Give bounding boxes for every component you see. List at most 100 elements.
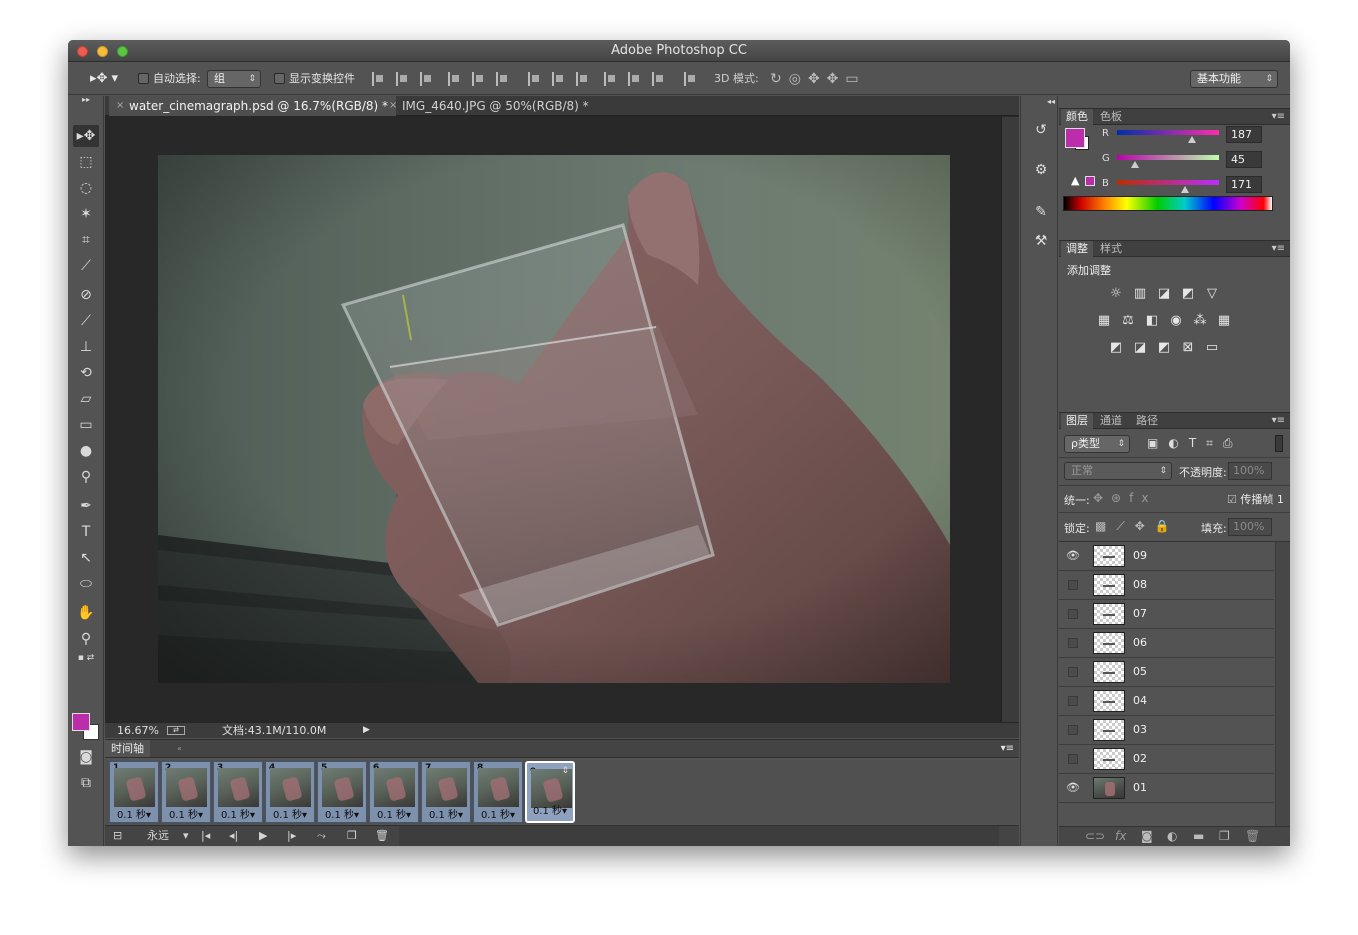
brush-tool-icon[interactable]: ⟋ bbox=[73, 310, 99, 332]
frame-delay[interactable]: 0.1 秒▾ bbox=[162, 806, 210, 821]
layer-row-09[interactable]: 👁 09 bbox=[1059, 542, 1274, 571]
auto-select-dropdown[interactable]: 组 bbox=[207, 70, 261, 88]
visibility-toggle[interactable] bbox=[1068, 696, 1078, 706]
close-tab-icon[interactable]: × bbox=[389, 96, 397, 116]
frame-delay[interactable]: 0.1 秒▾ bbox=[266, 806, 314, 821]
auto-align-icon[interactable] bbox=[684, 72, 697, 86]
layer-row-07[interactable]: 07 bbox=[1059, 600, 1274, 629]
visibility-toggle[interactable] bbox=[1068, 638, 1078, 648]
fill-field[interactable]: 100% bbox=[1228, 518, 1272, 536]
align-vcenter-icon[interactable] bbox=[396, 72, 409, 86]
photo-filter-icon[interactable]: ◉ bbox=[1167, 312, 1185, 330]
loop-options-dropdown[interactable]: 永远 ▾ bbox=[147, 826, 189, 846]
layer-filter-icons[interactable]: ▣◐T⌗⎙ bbox=[1147, 436, 1243, 451]
distribute-hcenter-icon[interactable] bbox=[628, 72, 641, 86]
frame-delay[interactable]: 0.1 秒▾ bbox=[422, 806, 470, 821]
layer-name[interactable]: 08 bbox=[1133, 578, 1147, 591]
color-ramp[interactable] bbox=[1063, 196, 1273, 211]
gamut-color-chip[interactable] bbox=[1085, 176, 1095, 186]
layer-name[interactable]: 07 bbox=[1133, 607, 1147, 620]
history-panel-icon[interactable]: ↺ bbox=[1031, 120, 1051, 140]
color-lookup-icon[interactable]: ▦ bbox=[1215, 312, 1233, 330]
timeline-close-icon[interactable]: « bbox=[177, 740, 182, 757]
dodge-tool-icon[interactable]: ⚲ bbox=[73, 466, 99, 488]
clone-stamp-tool-icon[interactable]: ⊥ bbox=[73, 336, 99, 358]
gradient-tool-icon[interactable]: ▭ bbox=[73, 414, 99, 436]
vibrance-icon[interactable]: ▽ bbox=[1203, 285, 1221, 303]
frame-9[interactable]: 90.1 秒▾ bbox=[525, 761, 575, 823]
tab-swatches[interactable]: 色板 bbox=[1095, 109, 1127, 125]
minimize-window-button[interactable] bbox=[97, 46, 108, 57]
frame-delay[interactable]: 0.1 秒▾ bbox=[318, 806, 366, 821]
add-mask-icon[interactable]: ◙ bbox=[1141, 829, 1153, 843]
frame-4[interactable]: 40.1 秒▾ bbox=[265, 761, 315, 823]
panel-menu-icon[interactable]: ▾≡ bbox=[1272, 109, 1285, 125]
pen-tool-icon[interactable]: ✒ bbox=[73, 495, 99, 517]
export-icon[interactable]: ⇄ bbox=[167, 726, 185, 735]
opacity-field[interactable]: 100% bbox=[1228, 462, 1272, 480]
first-frame-icon[interactable]: |◂ bbox=[201, 826, 210, 846]
panel-menu-icon[interactable]: ▾≡ bbox=[1272, 241, 1285, 257]
filter-toggle[interactable] bbox=[1275, 435, 1283, 452]
tween-icon[interactable]: ⤳ bbox=[317, 826, 326, 846]
tab-layers[interactable]: 图层 bbox=[1061, 413, 1093, 429]
distribute-top-icon[interactable] bbox=[528, 72, 541, 86]
frame-8[interactable]: 80.1 秒▾ bbox=[473, 761, 523, 823]
panel-menu-icon[interactable]: ▾≡ bbox=[1272, 413, 1285, 429]
next-frame-icon[interactable]: |▸ bbox=[287, 826, 296, 846]
layer-name[interactable]: 02 bbox=[1133, 752, 1147, 765]
layer-row-03[interactable]: 03 bbox=[1059, 716, 1274, 745]
g-value[interactable]: 45 bbox=[1226, 151, 1262, 168]
timeline-menu-icon[interactable]: ▾≡ bbox=[1001, 740, 1014, 757]
align-left-icon[interactable] bbox=[448, 72, 461, 86]
frame-delay[interactable]: 0.1 秒▾ bbox=[527, 804, 573, 820]
close-tab-icon[interactable]: × bbox=[116, 96, 124, 116]
auto-select-checkbox[interactable]: 自动选择: bbox=[138, 71, 201, 87]
frame-2[interactable]: 20.1 秒▾ bbox=[161, 761, 211, 823]
distribute-vcenter-icon[interactable] bbox=[552, 72, 565, 86]
properties-panel-icon[interactable]: ⚙ bbox=[1031, 160, 1051, 180]
show-transform-checkbox[interactable]: 显示变换控件 bbox=[274, 71, 355, 87]
distribute-bottom-icon[interactable] bbox=[576, 72, 589, 86]
layer-name[interactable]: 05 bbox=[1133, 665, 1147, 678]
foreground-color-swatch-top[interactable] bbox=[72, 713, 90, 731]
g-slider[interactable] bbox=[1117, 155, 1219, 160]
new-layer-icon[interactable]: ❐ bbox=[1219, 829, 1230, 843]
tab-water-cinemagraph[interactable]: × water_cinemagraph.psd @ 16.7%(RGB/8) * bbox=[109, 96, 397, 116]
levels-icon[interactable]: ▥ bbox=[1131, 285, 1149, 303]
history-brush-tool-icon[interactable]: ⟲ bbox=[73, 362, 99, 384]
distribute-right-icon[interactable] bbox=[652, 72, 665, 86]
collapse-strip-icon[interactable]: ◂◂ bbox=[1041, 92, 1061, 112]
g-slider-thumb[interactable] bbox=[1131, 161, 1139, 168]
eyedropper-tool-icon[interactable]: ⟋ bbox=[73, 255, 99, 277]
document-canvas[interactable] bbox=[158, 155, 950, 683]
layer-row-04[interactable]: 04 bbox=[1059, 687, 1274, 716]
move-tool-icon[interactable]: ▸✥ bbox=[73, 125, 99, 147]
gradient-map-icon[interactable]: ▭ bbox=[1203, 339, 1221, 357]
layer-row-01[interactable]: 👁 01 bbox=[1059, 774, 1274, 803]
r-slider[interactable] bbox=[1117, 130, 1219, 135]
fg-color-chip[interactable] bbox=[1065, 128, 1085, 148]
layer-name[interactable]: 01 bbox=[1133, 781, 1147, 794]
tab-channels[interactable]: 通道 bbox=[1095, 413, 1127, 429]
play-icon[interactable]: ▶ bbox=[259, 826, 267, 846]
align-bottom-icon[interactable] bbox=[420, 72, 433, 86]
layer-style-icon[interactable]: fx bbox=[1115, 829, 1126, 843]
convert-to-video-timeline-icon[interactable]: ⊟ bbox=[113, 826, 122, 846]
new-group-icon[interactable]: ▬ bbox=[1193, 829, 1204, 843]
timeline-tab[interactable]: 时间轴 bbox=[105, 740, 150, 757]
frame-delay[interactable]: 0.1 秒▾ bbox=[474, 806, 522, 821]
frame-3[interactable]: 30.1 秒▾ bbox=[213, 761, 263, 823]
move-tool-preset-icon[interactable]: ▸✥ ▾ bbox=[90, 71, 118, 87]
r-value[interactable]: 187 bbox=[1226, 126, 1262, 143]
quick-mask-icon[interactable]: ◙ bbox=[73, 746, 99, 768]
visibility-eye-icon[interactable]: 👁 bbox=[1066, 550, 1080, 562]
frame-delay[interactable]: 0.1 秒▾ bbox=[370, 806, 418, 821]
checkbox-box[interactable] bbox=[274, 73, 285, 84]
hand-tool-icon[interactable]: ✋ bbox=[73, 602, 99, 624]
new-adjustment-layer-icon[interactable]: ◐ bbox=[1167, 829, 1177, 843]
tab-styles[interactable]: 样式 bbox=[1095, 241, 1127, 257]
posterize-icon[interactable]: ◪ bbox=[1131, 339, 1149, 357]
frame-1[interactable]: 10.1 秒▾ bbox=[109, 761, 159, 823]
distribute-left-icon[interactable] bbox=[604, 72, 617, 86]
